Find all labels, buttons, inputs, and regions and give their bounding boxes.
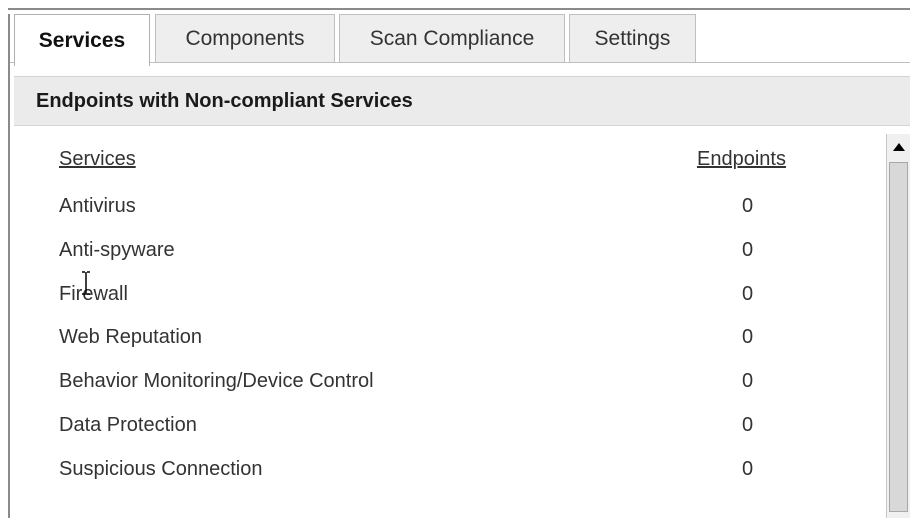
tab-divider [150, 62, 910, 63]
endpoint-count[interactable]: 0 [742, 238, 753, 262]
table-row: Suspicious Connection 0 [14, 457, 886, 501]
tab-services[interactable]: Services [14, 14, 150, 66]
table-row: Anti-spyware 0 [14, 238, 886, 282]
endpoint-count[interactable]: 0 [742, 413, 753, 437]
endpoint-count[interactable]: 0 [742, 325, 753, 349]
panel-top-border [8, 8, 910, 10]
scroll-up-button[interactable] [887, 134, 910, 160]
column-header-services[interactable]: Services [59, 148, 136, 171]
column-header-endpoints[interactable]: Endpoints [697, 148, 786, 171]
endpoint-count[interactable]: 0 [742, 194, 753, 218]
endpoint-count[interactable]: 0 [742, 457, 753, 481]
table-row: Data Protection 0 [14, 413, 886, 457]
tab-components[interactable]: Components [155, 14, 335, 62]
service-name: Anti-spyware [59, 239, 175, 261]
endpoint-count[interactable]: 0 [742, 282, 753, 306]
table-row: Firewall 0 [14, 282, 886, 326]
section-title: Endpoints with Non-compliant Services [14, 76, 910, 126]
service-name: Firewall [59, 283, 128, 305]
table-row: Behavior Monitoring/Device Control 0 [14, 369, 886, 413]
tab-divider-left [10, 62, 14, 63]
compliance-panel: Services Components Scan Compliance Sett… [0, 0, 910, 518]
endpoint-count[interactable]: 0 [742, 369, 753, 393]
table-row: Web Reputation 0 [14, 325, 886, 369]
vertical-scrollbar[interactable] [886, 134, 910, 518]
scroll-thumb[interactable] [889, 162, 908, 512]
services-table: Services Endpoints Antivirus 0 Anti-spyw… [14, 126, 886, 518]
text-cursor-icon [82, 271, 90, 295]
service-name: Data Protection [59, 414, 197, 436]
tab-settings[interactable]: Settings [569, 14, 696, 62]
tab-scan-compliance[interactable]: Scan Compliance [339, 14, 565, 62]
panel-left-border [8, 14, 10, 518]
triangle-up-icon [892, 143, 905, 151]
service-name: Web Reputation [59, 326, 203, 348]
table-row: Antivirus 0 [14, 194, 886, 238]
service-name: Antivirus [59, 195, 136, 217]
service-name: Suspicious Connection [59, 458, 263, 480]
service-name: Behavior Monitoring/Device Control [59, 370, 374, 392]
